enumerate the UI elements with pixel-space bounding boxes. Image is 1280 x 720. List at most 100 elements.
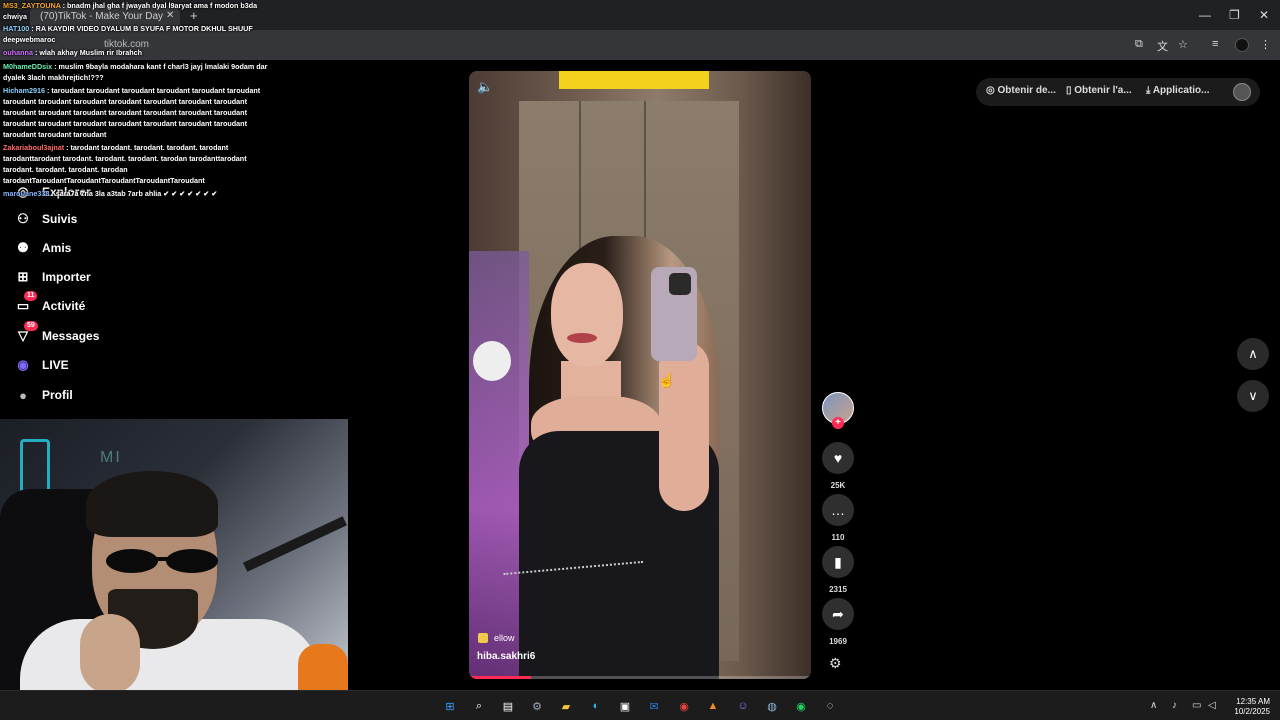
sidebar-item-label: Profil — [42, 388, 73, 402]
start-icon[interactable]: ⊞ — [442, 698, 458, 714]
chat-message: Hicham2916 : taroudant taroudant tarouda… — [3, 86, 261, 139]
chat-message: ouhanna : wlah akhay Muslim rir Ibrahch — [3, 48, 142, 57]
mouse-cursor-icon: ☝ — [658, 372, 676, 388]
chat-username: Zakariaboul3ajnat — [3, 143, 65, 152]
like-count: 25K — [830, 481, 846, 490]
chat-text: RA KAYDIR VIDEO DYALUM B SYUFA F MOTOR D… — [3, 24, 253, 44]
chat-username: marouane338 — [3, 189, 50, 198]
clock-date: 10/2/2025 — [1234, 707, 1270, 716]
more-menu-icon[interactable]: ⋮ — [1260, 38, 1271, 51]
follow-button[interactable]: + — [832, 417, 844, 429]
sidebar-item-label: Activité — [42, 299, 86, 313]
user-avatar[interactable] — [1233, 83, 1251, 101]
volume-icon[interactable]: 🔈 — [477, 79, 493, 95]
friends-icon: ⚉ — [17, 240, 29, 255]
search-icon[interactable]: ⌕ — [471, 698, 487, 714]
chat-username: MS3_ZAYTOUNA — [3, 1, 61, 10]
sidebar-item-live[interactable]: ◉ LIVE — [14, 353, 214, 377]
top-actions-bar: ◎ Obtenir de... ▯ Obtenir l'a... ⤓ Appli… — [976, 78, 1260, 106]
sidebar-item-label: Suivis — [42, 212, 78, 226]
media-control-icon[interactable]: ≡ — [1212, 38, 1218, 50]
subject-lips — [567, 333, 597, 343]
sidebar-item-profil[interactable]: ● Profil — [14, 383, 214, 407]
translate-icon[interactable]: 文 — [1157, 38, 1168, 54]
messages-badge: 59 — [24, 321, 38, 331]
chat-username: ouhanna — [3, 48, 33, 57]
chat-username: HAT100 — [3, 24, 30, 33]
chat-text: sara7a 7na 3la a3tab 7arb ahlia ✔ ✔ ✔ ✔ … — [55, 189, 218, 198]
restore-button[interactable]: ❐ — [1229, 8, 1240, 22]
activity-icon: ▭ 11 — [14, 291, 38, 315]
tray-expand-icon[interactable]: ∧ — [1150, 700, 1157, 711]
chevron-down-icon: ∨ — [1248, 388, 1258, 403]
app-icon[interactable]: ▲ — [705, 698, 721, 714]
music-icon — [478, 633, 488, 643]
save-button[interactable]: ▮ — [822, 546, 854, 578]
messages-icon: ▽ 59 — [14, 321, 38, 345]
share-button[interactable]: ➦ — [822, 598, 854, 630]
stream-chat-overlay: MS3_ZAYTOUNA : bnadm jhal gha f jwayah d… — [0, 0, 275, 199]
chat-text: wlah akhay Muslim rir Ibrahch — [39, 48, 142, 57]
video-player[interactable]: 🔈 ellow hiba.sakhri6 — [469, 71, 811, 679]
music-label: ellow — [494, 633, 515, 643]
like-button[interactable]: ♥ — [822, 442, 854, 474]
comment-count: 110 — [831, 533, 845, 542]
minimize-button[interactable]: — — [1199, 8, 1211, 22]
video-progress-fill — [469, 676, 531, 679]
save-action: ▮ 2315 — [822, 546, 854, 594]
streamer-hand — [80, 614, 140, 694]
streamer-hair — [86, 471, 218, 537]
application-button[interactable]: ⤓ Applicatio... — [1146, 85, 1210, 96]
chat-message: MS3_ZAYTOUNA : bnadm jhal gha f jwayah d… — [3, 1, 258, 21]
like-action: ♥ 25K — [822, 442, 854, 490]
chat-message: marouane338 : sara7a 7na 3la a3tab 7arb … — [3, 189, 218, 198]
browser-profile-avatar[interactable] — [1235, 38, 1249, 52]
bookmark-star-icon[interactable]: ☆ — [1178, 38, 1188, 51]
subject-arm — [659, 341, 709, 511]
network-icon[interactable]: ▭ — [1192, 700, 1201, 711]
music-tag[interactable]: ellow — [478, 633, 515, 643]
sidebar-item-amis[interactable]: ⚉ Amis — [14, 236, 214, 260]
save-count: 2315 — [829, 585, 847, 594]
microphone-icon[interactable]: ♪ — [1172, 700, 1177, 711]
close-window-button[interactable]: ✕ — [1259, 8, 1269, 22]
settings-icon[interactable]: ⚙ — [529, 698, 545, 714]
volume-icon[interactable]: ◁ — [1208, 700, 1216, 711]
steam-icon[interactable]: ◍ — [764, 698, 780, 714]
sidebar-item-label: Amis — [42, 241, 72, 255]
chevron-up-icon: ∧ — [1248, 346, 1258, 361]
previous-video-button[interactable]: ∧ — [1237, 338, 1269, 370]
video-author[interactable]: hiba.sakhri6 — [477, 651, 535, 662]
comment-action: … 110 — [822, 494, 854, 542]
music-disc-icon[interactable]: ⚙ — [829, 655, 842, 672]
sidebar-item-activite[interactable]: ▭ 11 Activité — [14, 291, 214, 318]
sidebar-item-messages[interactable]: ▽ 59 Messages — [14, 321, 214, 348]
bookmark-icon: ▮ — [834, 553, 842, 570]
chat-username: Hicham2916 — [3, 86, 45, 95]
comment-icon: … — [831, 502, 845, 518]
obs-icon[interactable]: ◌ — [822, 698, 838, 714]
file-explorer-icon[interactable]: ▰ — [558, 698, 574, 714]
task-view-icon[interactable]: ▤ — [500, 698, 516, 714]
get-desktop-app-button[interactable]: ◎ Obtenir de... — [986, 85, 1056, 96]
store-icon[interactable]: ▣ — [617, 698, 633, 714]
chrome-icon[interactable]: ◉ — [676, 698, 692, 714]
system-clock[interactable]: 12:35 AM 10/2/2025 — [1224, 697, 1270, 717]
comment-button[interactable]: … — [822, 494, 854, 526]
outlook-icon[interactable]: ✉ — [646, 698, 662, 714]
wall-sign: MI — [100, 449, 122, 466]
sidebar-item-importer[interactable]: ⊞ Importer — [14, 265, 214, 289]
get-mobile-app-button[interactable]: ▯ Obtenir l'a... — [1066, 85, 1132, 96]
edge-icon[interactable]: ◐ — [588, 698, 604, 714]
spotify-icon[interactable]: ◉ — [793, 698, 809, 714]
discord-icon[interactable]: ☺ — [735, 698, 751, 714]
get-desktop-label: Obtenir de... — [997, 85, 1056, 96]
next-video-button[interactable]: ∨ — [1237, 380, 1269, 412]
video-progress-bar[interactable] — [469, 676, 811, 679]
share-icon: ➦ — [832, 605, 844, 622]
sidebar-item-label: Messages — [42, 329, 100, 343]
sidebar-item-suivis[interactable]: ⚇ Suivis — [14, 207, 214, 231]
sidebar-item-label: Importer — [42, 270, 91, 284]
panda-plush — [473, 341, 511, 381]
install-app-icon[interactable]: ⧉ — [1135, 38, 1143, 51]
